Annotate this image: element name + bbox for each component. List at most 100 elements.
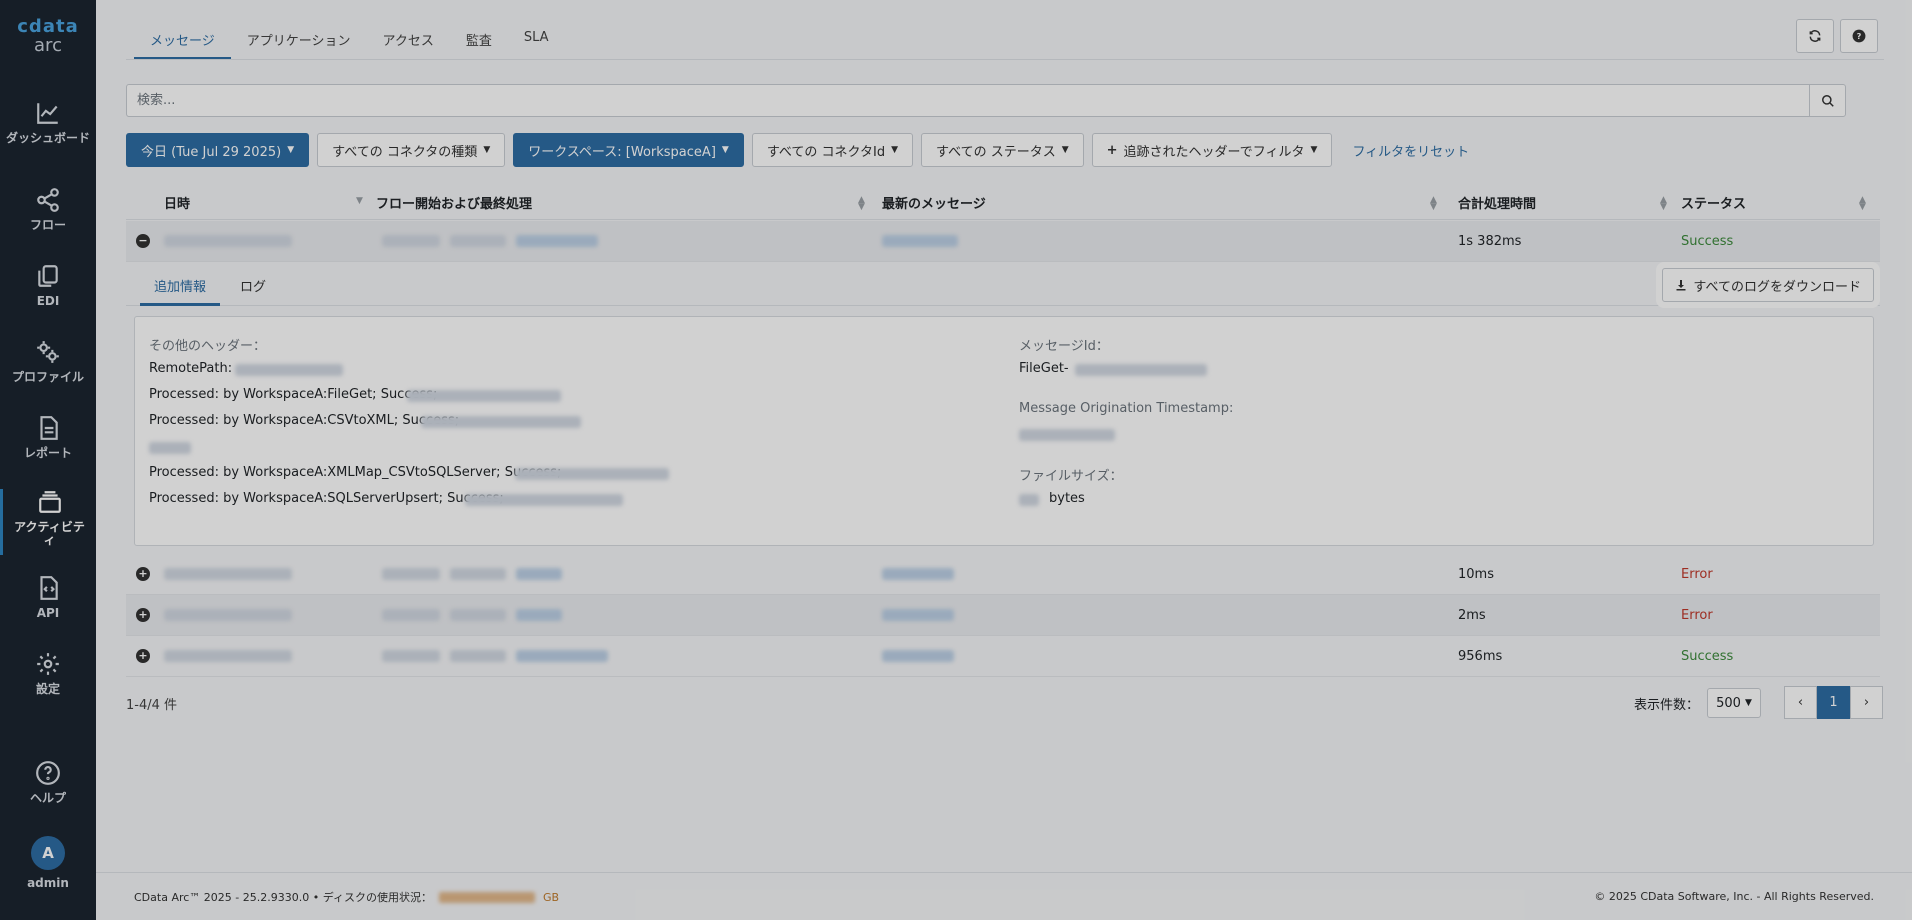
caret-down-icon: ▼ bbox=[1061, 145, 1069, 155]
expand-toggle-icon[interactable]: + bbox=[136, 567, 150, 581]
table-row[interactable]: + 2ms Error bbox=[126, 595, 1880, 636]
table-row[interactable]: + 10ms Error bbox=[126, 554, 1880, 595]
other-headers-label: その他のヘッダー： bbox=[149, 339, 267, 354]
column-label: 最新のメッセージ bbox=[882, 197, 986, 212]
column-header-flow[interactable]: フロー開始および最終処理 bbox=[351, 193, 532, 212]
sidebar-item-api[interactable]: API bbox=[0, 575, 96, 620]
redacted-flow-link[interactable] bbox=[516, 235, 598, 247]
sidebar-item-reports[interactable]: レポート bbox=[0, 415, 96, 460]
sidebar: cdata arc ダッシュボード フロー EDI プロファイル レポート アク… bbox=[0, 0, 96, 920]
date-filter-dropdown[interactable]: 今日 (Tue Jul 29 2025) ▼ bbox=[126, 133, 310, 167]
redacted-message-link[interactable] bbox=[882, 568, 954, 580]
redacted-flow-link[interactable] bbox=[516, 609, 562, 621]
reset-filters-link[interactable]: フィルタをリセット bbox=[1352, 141, 1469, 160]
collapse-toggle-icon[interactable]: − bbox=[136, 234, 150, 248]
status-filter-dropdown[interactable]: すべての ステータス ▼ bbox=[921, 133, 1084, 167]
logo-brand: cdata bbox=[17, 16, 79, 37]
user-menu[interactable]: A admin bbox=[0, 836, 96, 890]
download-all-logs-button[interactable]: すべてのログをダウンロード bbox=[1662, 268, 1874, 302]
caret-down-icon: ▼ bbox=[721, 145, 729, 155]
next-page-button[interactable]: › bbox=[1850, 686, 1883, 719]
status-filter-label: すべての ステータス bbox=[936, 144, 1056, 160]
message-id-label: メッセージId： bbox=[1019, 339, 1109, 354]
search-input[interactable] bbox=[127, 85, 1809, 116]
disk-usage-unit: GB bbox=[542, 890, 560, 904]
redacted-timestamp bbox=[515, 468, 669, 480]
table-header: 日時 ▼ フロー開始および最終処理 ▲ ▼ 最新のメッセージ ▲ ▼ 合計処理時間 … bbox=[126, 186, 1880, 220]
redacted-flow-link[interactable] bbox=[516, 568, 562, 580]
search-bar bbox=[126, 84, 1846, 117]
expand-toggle-icon[interactable]: + bbox=[136, 649, 150, 663]
tab-log[interactable]: ログ bbox=[226, 262, 280, 306]
gears-icon bbox=[37, 341, 59, 363]
status-cell: Success bbox=[1681, 233, 1734, 249]
search-icon bbox=[1821, 94, 1834, 107]
sort-icon: ▲ ▼ bbox=[1430, 195, 1437, 212]
redacted-message-link[interactable] bbox=[882, 650, 954, 662]
redacted-flow-start bbox=[382, 609, 440, 621]
sort-icon: ▲ ▼ bbox=[1660, 195, 1667, 212]
help-button[interactable]: ? bbox=[1840, 19, 1878, 53]
tab-access[interactable]: アクセス bbox=[367, 18, 450, 60]
download-label: すべてのログをダウンロード bbox=[1693, 279, 1861, 295]
prev-page-button[interactable]: ‹ bbox=[1784, 686, 1817, 719]
sidebar-item-label: API bbox=[36, 606, 60, 620]
tab-messages[interactable]: メッセージ bbox=[134, 18, 231, 60]
search-button[interactable] bbox=[1809, 85, 1845, 116]
connector-type-filter-label: すべての コネクタの種類 bbox=[332, 144, 478, 160]
column-header-datetime[interactable]: 日時 bbox=[164, 193, 190, 212]
tab-audit[interactable]: 監査 bbox=[450, 18, 508, 60]
tab-sla[interactable]: SLA bbox=[508, 18, 565, 60]
chart-line-icon bbox=[37, 103, 58, 124]
main-content: メッセージ アプリケーション アクセス 監査 SLA ? 今日 (Tue Jul… bbox=[96, 0, 1912, 920]
tab-applications[interactable]: アプリケーション bbox=[231, 18, 367, 60]
page-size-value: 500 bbox=[1716, 695, 1741, 711]
processed-line-1: Processed: by WorkspaceA:FileGet; Succes… bbox=[149, 387, 438, 402]
sidebar-item-flows[interactable]: フロー bbox=[0, 187, 96, 232]
pagination-info: 1-4/4 件 bbox=[126, 698, 178, 713]
sidebar-item-activity[interactable]: アクティビティ bbox=[0, 489, 96, 555]
redacted-message-link[interactable] bbox=[882, 609, 954, 621]
column-header-status[interactable]: ステータス bbox=[1681, 193, 1746, 212]
connector-type-filter-dropdown[interactable]: すべての コネクタの種類 ▼ bbox=[317, 133, 506, 167]
duration-cell: 956ms bbox=[1458, 648, 1503, 664]
connector-id-filter-dropdown[interactable]: すべての コネクタId ▼ bbox=[751, 133, 914, 167]
redacted-flow-start bbox=[382, 235, 440, 247]
table-row[interactable]: − 1s 382ms Success bbox=[126, 221, 1880, 262]
logo[interactable]: cdata arc bbox=[0, 0, 96, 72]
redacted-remote-path bbox=[235, 364, 343, 376]
caret-down-icon: ▼ bbox=[287, 145, 295, 155]
question-circle-icon bbox=[36, 761, 60, 785]
header-filter-dropdown[interactable]: + 追跡されたヘッダーでフィルタ ▼ bbox=[1091, 133, 1333, 167]
column-header-latest-message[interactable]: 最新のメッセージ bbox=[882, 193, 986, 212]
tab-additional-info[interactable]: 追加情報 bbox=[140, 262, 221, 306]
redacted-flow-start bbox=[382, 650, 440, 662]
refresh-button[interactable] bbox=[1796, 19, 1834, 53]
sidebar-item-label: EDI bbox=[36, 294, 60, 308]
sidebar-item-edi[interactable]: EDI bbox=[0, 263, 96, 308]
page-size-select[interactable]: 500 ▼ bbox=[1707, 688, 1762, 718]
sidebar-item-help[interactable]: ヘルプ bbox=[0, 760, 96, 805]
bytes-label: bytes bbox=[1049, 491, 1085, 506]
workspace-filter-dropdown[interactable]: ワークスペース: [WorkspaceA] ▼ bbox=[513, 133, 744, 167]
redacted-flow-link[interactable] bbox=[516, 650, 608, 662]
expand-toggle-icon[interactable]: + bbox=[136, 608, 150, 622]
sidebar-item-profile[interactable]: プロファイル bbox=[0, 339, 96, 384]
redacted-timestamp bbox=[421, 416, 581, 428]
redacted-message-link[interactable] bbox=[882, 235, 958, 247]
activity-tabs: メッセージ アプリケーション アクセス 監査 SLA bbox=[134, 18, 565, 60]
sidebar-item-label: レポート bbox=[23, 446, 72, 460]
column-header-duration[interactable]: 合計処理時間 bbox=[1458, 193, 1536, 212]
page-button-1[interactable]: 1 bbox=[1817, 686, 1850, 719]
column-label: フロー開始および最終処理 bbox=[376, 197, 533, 212]
document-icon bbox=[40, 416, 58, 440]
redacted-origination-timestamp bbox=[1019, 429, 1115, 441]
avatar: A bbox=[31, 836, 65, 870]
redacted-file-size bbox=[1019, 494, 1039, 506]
sidebar-item-dashboard[interactable]: ダッシュボード bbox=[0, 100, 96, 145]
table-row[interactable]: + 956ms Success bbox=[126, 636, 1880, 677]
redacted-datetime bbox=[164, 235, 292, 247]
caret-down-icon: ▼ bbox=[483, 145, 491, 155]
duration-cell: 1s 382ms bbox=[1458, 233, 1522, 249]
sidebar-item-settings[interactable]: 設定 bbox=[0, 651, 96, 696]
